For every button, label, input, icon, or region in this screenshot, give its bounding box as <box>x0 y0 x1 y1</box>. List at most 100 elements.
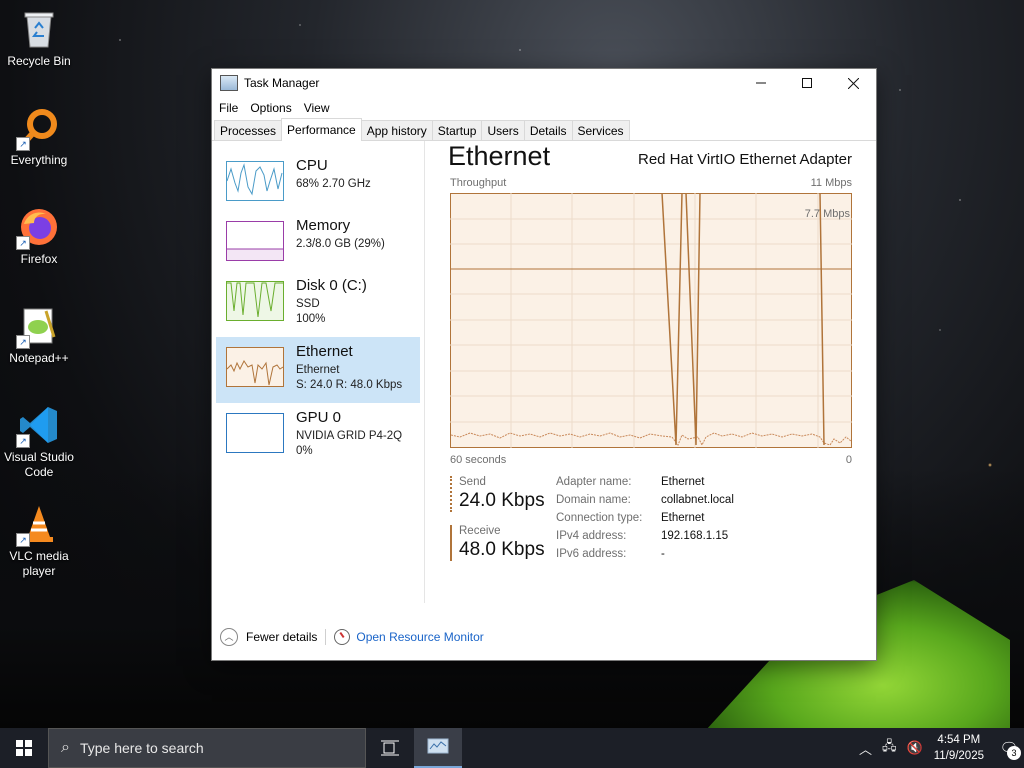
shortcut-arrow-icon: ↗ <box>16 236 30 250</box>
window-title: Task Manager <box>244 76 320 90</box>
task-view-button[interactable] <box>366 728 414 768</box>
desktop-icon-label: Firefox <box>20 252 58 266</box>
sidebar-ethernet-name: Ethernet <box>296 364 340 376</box>
prop-key-connection-type: Connection type: <box>556 512 643 524</box>
sidebar-disk-type: SSD <box>296 298 320 310</box>
action-center-button[interactable]: 🗨 3 <box>994 728 1024 768</box>
send-label: Send <box>459 476 486 488</box>
receive-stat: Receive 48.0 Kbps <box>450 525 545 561</box>
sidebar-gpu-model: NVIDIA GRID P4-2Q <box>296 430 403 442</box>
shortcut-arrow-icon: ↗ <box>16 137 30 151</box>
vlc-icon: ↗ <box>16 503 60 547</box>
clock-time: 4:54 PM <box>937 734 981 746</box>
sidebar-item-memory[interactable]: Memory 2.3/8.0 GB (29%) <box>216 211 420 277</box>
desktop-icon-label: Visual Studio Code <box>4 450 74 479</box>
search-placeholder: Type here to search <box>79 740 204 756</box>
desktop-icon-vlc[interactable]: ↗ VLC media player <box>2 503 76 579</box>
tab-services[interactable]: Services <box>571 120 630 140</box>
ethernet-sparkline <box>226 347 284 387</box>
prop-value-adapter-name: Ethernet <box>661 476 705 488</box>
memory-sparkline <box>226 221 284 261</box>
taskbar: ⌕ Type here to search ︿ 🖧 🔇 4:54 PM 11/9… <box>0 728 1024 768</box>
volume-muted-icon[interactable]: 🔇 <box>907 740 923 756</box>
desktop-icon-recycle-bin[interactable]: Recycle Bin <box>2 8 76 69</box>
minimize-icon <box>756 82 766 84</box>
windows-logo-icon <box>16 740 32 756</box>
menu-file[interactable]: File <box>215 101 246 115</box>
task-manager-taskbar-icon <box>427 738 449 754</box>
cpu-sparkline <box>226 161 284 201</box>
maximize-button[interactable] <box>784 69 830 97</box>
tab-app-history[interactable]: App history <box>360 120 433 140</box>
prop-value-domain: collabnet.local <box>661 494 734 506</box>
desktop-icon-label: Notepad++ <box>9 351 69 365</box>
tab-strip: Processes Performance App history Startu… <box>212 118 876 141</box>
desktop-icon-firefox[interactable]: ↗ Firefox <box>2 206 76 267</box>
title-bar[interactable]: Task Manager <box>212 69 876 97</box>
performance-panel: CPU 68% 2.70 GHz Memory 2.3/8.0 GB (29%) <box>212 141 876 603</box>
close-icon <box>847 77 859 89</box>
tab-details[interactable]: Details <box>523 120 573 140</box>
prop-key-ipv4: IPv4 address: <box>556 530 627 542</box>
sidebar-cpu-title: CPU <box>296 157 328 174</box>
menu-options[interactable]: Options <box>246 101 299 115</box>
send-value: 24.0 Kbps <box>459 490 545 511</box>
tab-performance[interactable]: Performance <box>281 118 362 141</box>
fewer-details-button[interactable]: ︿ Fewer details <box>220 627 317 646</box>
sidebar-memory-usage: 2.3/8.0 GB (29%) <box>296 238 385 250</box>
chevron-up-icon[interactable]: ︿ <box>859 739 872 758</box>
ethernet-detail: Ethernet Red Hat VirtIO Ethernet Adapter… <box>448 141 852 603</box>
graph-throughput-label: Throughput <box>450 177 507 189</box>
sidebar-item-ethernet[interactable]: Ethernet Ethernet S: 24.0 R: 48.0 Kbps <box>216 337 420 403</box>
footer-divider <box>325 628 327 645</box>
prop-key-ipv6: IPv6 address: <box>556 548 627 560</box>
tab-processes[interactable]: Processes <box>214 120 283 140</box>
throughput-graph <box>450 193 852 448</box>
sidebar-item-gpu[interactable]: GPU 0 NVIDIA GRID P4-2Q 0% <box>216 403 420 469</box>
shortcut-arrow-icon: ↗ <box>16 533 30 547</box>
system-tray: ︿ 🖧 🔇 4:54 PM 11/9/2025 🗨 3 <box>854 728 1024 768</box>
sidebar-item-cpu[interactable]: CPU 68% 2.70 GHz <box>216 151 420 217</box>
menu-view[interactable]: View <box>300 101 338 115</box>
network-icon[interactable]: 🖧 <box>882 737 897 759</box>
resource-sidebar: CPU 68% 2.70 GHz Memory 2.3/8.0 GB (29%) <box>212 141 425 603</box>
sidebar-gpu-usage: 0% <box>296 445 313 457</box>
taskbar-search-box[interactable]: ⌕ Type here to search <box>48 728 366 768</box>
desktop-icon-notepadpp[interactable]: ↗ Notepad++ <box>2 305 76 366</box>
prop-key-domain: Domain name: <box>556 494 631 506</box>
open-resource-monitor-link[interactable]: Open Resource Monitor <box>356 630 483 644</box>
sidebar-gpu-title: GPU 0 <box>296 409 342 426</box>
sidebar-disk-title: Disk 0 (C:) <box>296 277 367 294</box>
send-stat: Send 24.0 Kbps <box>450 476 545 512</box>
shortcut-arrow-icon: ↗ <box>16 434 30 448</box>
desktop-icon-everything[interactable]: ↗ Everything <box>2 107 76 168</box>
resource-monitor-icon <box>334 628 351 645</box>
recycle-bin-icon <box>18 8 60 50</box>
task-manager-icon <box>220 75 238 91</box>
start-button[interactable] <box>0 728 48 768</box>
task-manager-window: Task Manager File Options View Processes… <box>212 69 876 660</box>
notepadpp-icon: ↗ <box>16 305 60 349</box>
receive-value: 48.0 Kbps <box>459 539 545 560</box>
prop-key-adapter-name: Adapter name: <box>556 476 632 488</box>
tab-startup[interactable]: Startup <box>431 120 483 140</box>
clock[interactable]: 4:54 PM 11/9/2025 <box>934 732 984 764</box>
taskbar-task-manager-button[interactable] <box>414 728 462 768</box>
graph-time-label: 60 seconds <box>450 454 507 466</box>
tab-users[interactable]: Users <box>481 120 525 140</box>
everything-icon: ↗ <box>16 107 60 151</box>
prop-value-connection-type: Ethernet <box>661 512 705 524</box>
gpu-sparkline <box>226 413 284 453</box>
firefox-icon: ↗ <box>16 206 60 250</box>
sidebar-item-disk[interactable]: Disk 0 (C:) SSD 100% <box>216 271 420 337</box>
menu-bar: File Options View <box>212 97 876 119</box>
sidebar-cpu-usage: 68% 2.70 GHz <box>296 178 371 190</box>
window-footer: ︿ Fewer details Open Resource Monitor <box>212 613 876 660</box>
desktop-icon-vscode[interactable]: ↗ Visual Studio Code <box>2 404 76 480</box>
minimize-button[interactable] <box>738 69 784 97</box>
task-view-icon <box>381 740 399 756</box>
sidebar-ethernet-title: Ethernet <box>296 343 353 360</box>
maximize-icon <box>802 78 812 88</box>
detail-heading: Ethernet <box>448 141 551 171</box>
close-button[interactable] <box>830 69 876 97</box>
